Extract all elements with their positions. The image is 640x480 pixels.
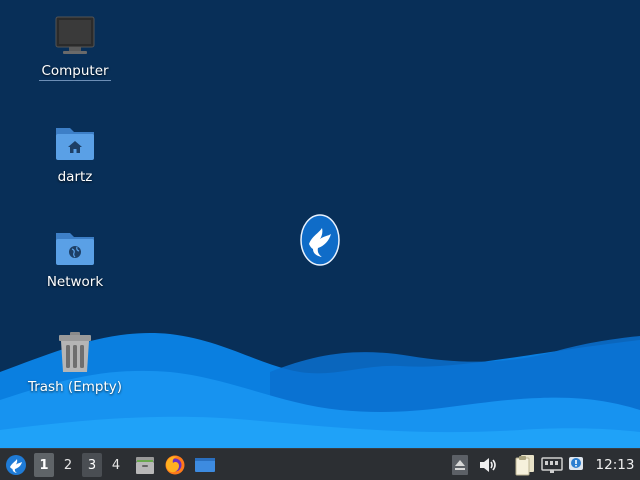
xubuntu-menu-icon — [6, 454, 26, 475]
network-wired-icon — [541, 456, 563, 473]
file-manager-icon — [136, 456, 154, 474]
desktop-icon-home-label: dartz — [57, 169, 93, 185]
desktop-icon-computer[interactable]: Computer — [20, 14, 130, 81]
show-desktop-icon — [195, 457, 215, 472]
workspace-3-button[interactable]: 3 — [82, 453, 102, 477]
panel-clock[interactable]: 12:13 — [592, 449, 638, 480]
network-tray-button[interactable] — [540, 449, 564, 480]
workspace-1-button[interactable]: 1 — [34, 453, 54, 477]
applications-menu-button[interactable] — [2, 449, 30, 480]
home-folder-icon — [56, 128, 94, 160]
notification-icon — [569, 456, 583, 470]
notifications-tray-button[interactable] — [566, 449, 588, 480]
eject-icon — [452, 454, 468, 475]
workspace-2-button[interactable]: 2 — [58, 453, 78, 477]
clipboard-icon — [515, 454, 534, 475]
desktop-icon-trash[interactable]: Trash (Empty) — [20, 330, 130, 395]
workspace-4-button[interactable]: 4 — [106, 453, 126, 477]
trash-icon — [59, 332, 91, 372]
desktop-icon-computer-label: Computer — [39, 63, 111, 81]
show-desktop-launcher[interactable] — [192, 449, 218, 480]
desktop-icon-trash-label: Trash (Empty) — [27, 379, 123, 395]
computer-monitor-icon — [55, 16, 95, 54]
desktop: Computer dartz Network Trash (Empty) — [0, 0, 640, 448]
desktop-icon-home[interactable]: dartz — [20, 120, 130, 185]
desktop-icon-network[interactable]: Network — [20, 225, 130, 290]
bottom-panel: 1 2 3 4 12:13 — [0, 448, 640, 480]
xubuntu-bird-logo — [300, 214, 340, 266]
file-manager-launcher[interactable] — [132, 449, 158, 480]
desktop-icon-network-label: Network — [46, 274, 104, 290]
firefox-launcher[interactable] — [162, 449, 188, 480]
firefox-icon — [165, 455, 185, 474]
clipboard-tray-button[interactable] — [513, 449, 537, 480]
network-folder-icon — [56, 233, 94, 265]
volume-tray-button[interactable] — [476, 449, 500, 480]
volume-icon — [480, 457, 496, 472]
eject-tray-button[interactable] — [449, 449, 471, 480]
